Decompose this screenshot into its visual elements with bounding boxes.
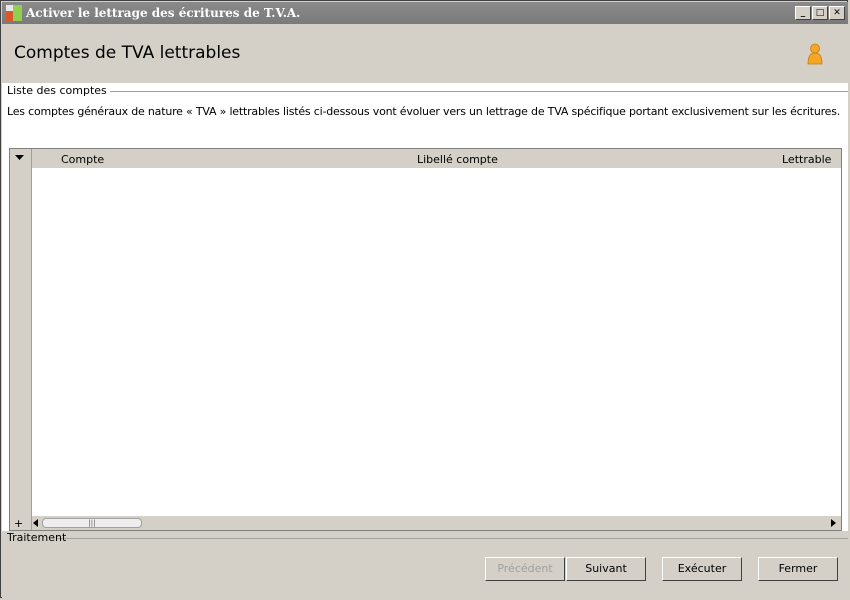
section-list-label: Liste des comptes bbox=[7, 84, 110, 97]
next-button[interactable]: Suivant bbox=[566, 557, 646, 581]
content-area: Liste des comptes Les comptes généraux d… bbox=[2, 83, 848, 598]
application-window: Activer le lettrage des écritures de T.V… bbox=[0, 0, 848, 598]
user-icon bbox=[807, 43, 823, 65]
previous-button[interactable]: Précédent bbox=[485, 557, 565, 581]
page-title: Comptes de TVA lettrables bbox=[14, 43, 241, 63]
minimize-button[interactable]: _ bbox=[795, 6, 811, 20]
scroll-left-icon[interactable] bbox=[32, 519, 38, 527]
column-header-libelle[interactable]: Libellé compte bbox=[417, 153, 498, 166]
grid-header: Compte Libellé compte Lettrable bbox=[32, 149, 841, 169]
wizard-footer: Traitement Précédent Suivant Exécuter Fe… bbox=[2, 531, 848, 598]
accounts-grid[interactable]: + Compte Libellé compte Lettrable ||| bbox=[9, 148, 842, 531]
section-treatment-label: Traitement bbox=[7, 531, 67, 544]
add-row-icon[interactable]: + bbox=[14, 517, 23, 530]
close-button[interactable]: Fermer bbox=[758, 557, 838, 581]
close-window-button[interactable]: ✕ bbox=[829, 6, 845, 20]
window-title: Activer le lettrage des écritures de T.V… bbox=[26, 6, 301, 20]
scroll-right-icon[interactable] bbox=[831, 519, 837, 527]
section-description: Les comptes généraux de nature « TVA » l… bbox=[7, 105, 841, 118]
group-divider bbox=[7, 91, 848, 92]
horizontal-scrollbar[interactable]: ||| bbox=[32, 516, 841, 530]
column-header-lettrable[interactable]: Lettrable bbox=[782, 153, 831, 166]
treatment-divider bbox=[57, 538, 848, 539]
scroll-thumb[interactable]: ||| bbox=[42, 518, 142, 528]
wizard-header: Comptes de TVA lettrables bbox=[2, 24, 848, 83]
maximize-button[interactable]: □ bbox=[812, 6, 828, 20]
dropdown-arrow-icon[interactable] bbox=[15, 155, 24, 161]
title-bar[interactable]: Activer le lettrage des écritures de T.V… bbox=[2, 2, 848, 24]
app-icon bbox=[6, 5, 22, 21]
execute-button[interactable]: Exécuter bbox=[662, 557, 742, 581]
grid-row-header: + bbox=[10, 149, 32, 530]
column-header-compte[interactable]: Compte bbox=[61, 153, 104, 166]
